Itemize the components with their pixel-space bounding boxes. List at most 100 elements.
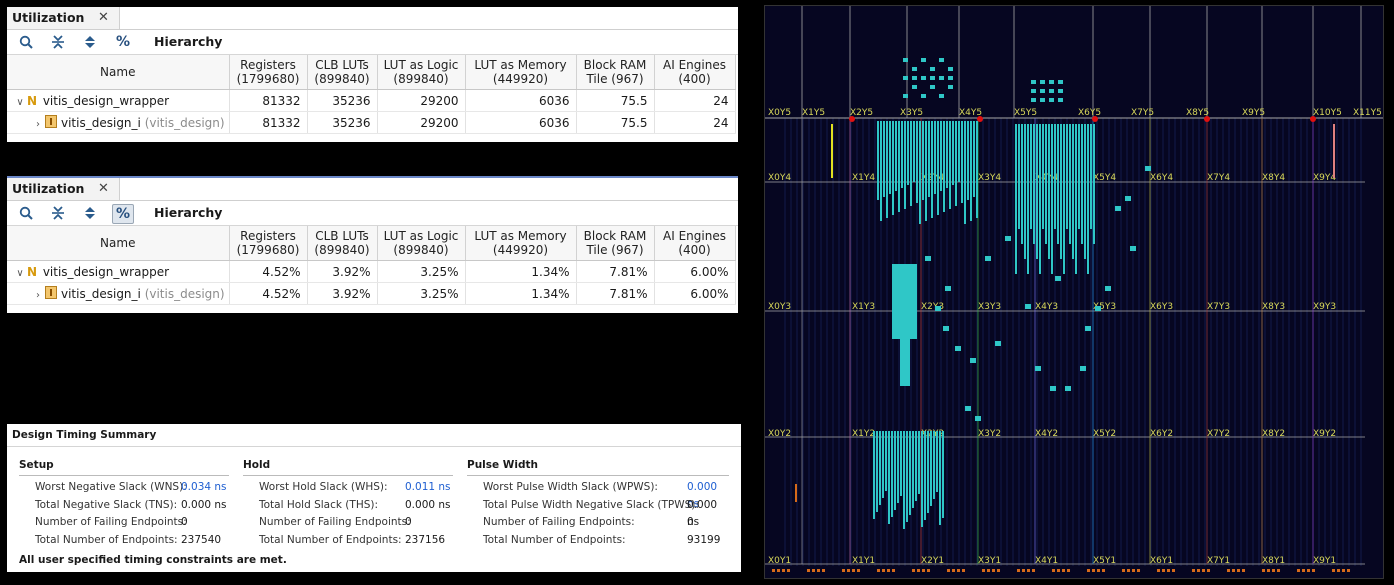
aie-tile	[1040, 80, 1045, 84]
placed-cells	[976, 121, 978, 218]
cell-value: 4.52%	[229, 260, 308, 283]
column-header[interactable]: Block RAM Tile (967)	[576, 226, 655, 261]
placed-cells	[910, 121, 912, 206]
placed-cells	[891, 431, 893, 517]
cell-name[interactable]: › vitis_design_i (vitis_design)	[7, 282, 230, 305]
placed-cells	[936, 431, 938, 492]
cell-value: 3.92%	[307, 260, 378, 283]
search-button[interactable]	[16, 33, 36, 51]
placed-cells	[1039, 124, 1041, 274]
clock-region-label: X4Y2	[1035, 429, 1058, 439]
column-header[interactable]: LUT as Memory (449920)	[465, 55, 577, 90]
chevron-right-icon[interactable]: ›	[31, 290, 45, 301]
placed-cells	[906, 431, 908, 522]
chevron-down-icon[interactable]: ∨	[13, 97, 27, 108]
placed-cells	[928, 121, 930, 197]
placed-cells	[1087, 124, 1089, 274]
column-header[interactable]: LUT as Logic (899840)	[377, 55, 466, 90]
collapse-all-button[interactable]	[48, 204, 68, 222]
clock-region-label: X9Y3	[1313, 302, 1336, 312]
clock-region-label: X3Y3	[978, 302, 1001, 312]
column-header[interactable]: Registers (1799680)	[229, 226, 308, 261]
clock-region-label: X7Y4	[1207, 173, 1230, 183]
percent-toggle-button[interactable]: %	[113, 33, 133, 51]
close-icon[interactable]: ✕	[98, 7, 109, 29]
io-site	[892, 569, 895, 572]
timing-value-link[interactable]: 0.034 ns	[181, 479, 227, 496]
aie-tile	[1049, 80, 1054, 84]
search-button[interactable]	[16, 204, 36, 222]
pulse-width-header: Pulse Width	[467, 459, 729, 476]
column-header[interactable]: AI Engines (400)	[654, 55, 736, 90]
placed-cells	[901, 121, 903, 188]
placed-cells	[940, 121, 942, 191]
close-icon[interactable]: ✕	[98, 178, 109, 200]
chevron-right-icon[interactable]: ›	[31, 119, 45, 130]
column-header[interactable]: Block RAM Tile (967)	[576, 55, 655, 90]
row-name: vitis_design_wrapper	[42, 264, 170, 279]
column-header[interactable]: Name	[7, 55, 230, 90]
timing-row: Number of Failing Endpoints: 0	[467, 514, 729, 532]
column-header[interactable]: LUT as Logic (899840)	[377, 226, 466, 261]
timing-label: Worst Negative Slack (WNS):	[35, 481, 187, 493]
io-site	[1262, 569, 1265, 572]
table-row[interactable]: › vitis_design_i (vitis_design) 4.52% 3.92%…	[7, 282, 736, 305]
timing-label: Total Negative Slack (TNS):	[35, 498, 178, 511]
io-site	[1027, 569, 1030, 572]
toolbar-title: Hierarchy	[154, 205, 223, 220]
column-header[interactable]: AI Engines (400)	[654, 226, 736, 261]
device-canvas[interactable]: X0Y5 X1Y5 X2Y5 X3Y5 X4Y5 X5Y5 X6Y5 X7Y5 X8Y5 X9Y5…	[765, 6, 1383, 578]
expand-all-button[interactable]	[80, 204, 100, 222]
placed-cells	[903, 431, 905, 529]
cell-value: 6.00%	[654, 260, 736, 283]
row-subtitle: (vitis_design)	[140, 116, 225, 130]
cell-name[interactable]: › vitis_design_i (vitis_design)	[7, 111, 230, 134]
tab-utilization[interactable]: Utilization ✕	[7, 7, 120, 29]
expand-all-icon	[85, 207, 95, 219]
column-header[interactable]: CLB LUTs (899840)	[307, 226, 378, 261]
device-view[interactable]: X0Y5 X1Y5 X2Y5 X3Y5 X4Y5 X5Y5 X6Y5 X7Y5 X8Y5 X9Y5…	[764, 5, 1384, 579]
chevron-down-icon[interactable]: ∨	[13, 268, 27, 279]
timing-value-link[interactable]: 0.011 ns	[405, 479, 451, 496]
cell-value: 75.5	[576, 111, 655, 134]
placed-cells	[900, 431, 902, 496]
placed-cells	[1105, 286, 1111, 291]
tab-utilization[interactable]: Utilization ✕	[7, 178, 120, 200]
io-site	[992, 569, 995, 572]
timing-label: Worst Pulse Width Slack (WPWS):	[483, 481, 658, 493]
column-header[interactable]: Registers (1799680)	[229, 55, 308, 90]
clock-region-label: X8Y2	[1262, 429, 1285, 439]
placed-cells	[1024, 124, 1026, 259]
io-site	[1062, 569, 1065, 572]
placed-cells	[895, 121, 897, 191]
column-header[interactable]: Name	[7, 226, 230, 261]
collapse-all-icon	[52, 206, 64, 220]
io-site	[1202, 569, 1205, 572]
aie-tile	[939, 58, 944, 62]
expand-all-button[interactable]	[80, 33, 100, 51]
clock-region-label: X3Y4	[978, 173, 1001, 183]
highlight-bar	[795, 484, 797, 502]
percent-toggle-button[interactable]: %	[112, 204, 134, 224]
column-header[interactable]: CLB LUTs (899840)	[307, 55, 378, 90]
table-row[interactable]: › vitis_design_i (vitis_design) 81332 35236…	[7, 111, 736, 134]
placed-cells	[907, 121, 909, 185]
io-site	[847, 569, 850, 572]
cell-name[interactable]: ∨ N vitis_design_wrapper	[7, 89, 230, 112]
collapse-all-button[interactable]	[48, 33, 68, 51]
clock-region-label: X9Y2	[1313, 429, 1336, 439]
io-site	[1227, 569, 1230, 572]
io-site	[1192, 569, 1195, 572]
placed-cells	[921, 431, 923, 527]
table-row[interactable]: ∨ N vitis_design_wrapper 81332 35236 29200 60…	[7, 89, 736, 112]
table-row[interactable]: ∨ N vitis_design_wrapper 4.52% 3.92% 3.25% 1.…	[7, 260, 736, 283]
timing-value: 237540	[181, 533, 222, 546]
cell-value: 6.00%	[654, 282, 736, 305]
clock-region-label: X6Y5	[1078, 108, 1101, 118]
tab-label: Utilization	[12, 181, 85, 196]
cell-name[interactable]: ∨ N vitis_design_wrapper	[7, 260, 230, 283]
column-header[interactable]: LUT as Memory (449920)	[465, 226, 577, 261]
placed-cells	[1051, 124, 1053, 274]
clock-region-label: X6Y1	[1150, 556, 1173, 566]
aie-tile	[948, 76, 953, 80]
